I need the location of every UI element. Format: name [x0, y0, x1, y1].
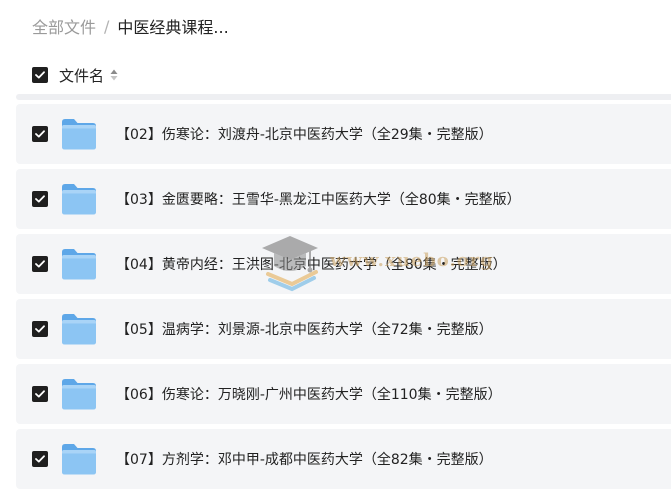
file-browser: 全部文件 / 中医经典课程... 文件名 【02】伤寒论：刘渡舟-北京中医药大学…	[0, 0, 671, 492]
breadcrumb-separator: /	[104, 16, 110, 36]
select-all-checkbox[interactable]	[32, 67, 48, 83]
checkmark-icon	[35, 130, 45, 138]
file-row[interactable]: 【07】方剂学：邓中甲-成都中医药大学（全82集・完整版）	[16, 429, 671, 489]
file-name[interactable]: 【07】方剂学：邓中甲-成都中医药大学（全82集・完整版）	[116, 449, 493, 469]
column-title-filename[interactable]: 文件名	[59, 65, 104, 86]
file-name[interactable]: 【02】伤寒论：刘渡舟-北京中医药大学（全29集・完整版）	[116, 124, 493, 144]
file-row[interactable]: 【06】伤寒论：万晓刚-广州中医药大学（全110集・完整版）	[16, 364, 671, 424]
file-name[interactable]: 【03】金匮要略：王雪华-黑龙江中医药大学（全80集・完整版）	[116, 189, 521, 209]
file-list-header: 文件名	[0, 56, 671, 94]
folder-icon	[62, 184, 96, 215]
row-checkbox[interactable]	[32, 191, 48, 207]
checkmark-icon	[35, 390, 45, 398]
checkmark-icon	[35, 455, 45, 463]
row-checkbox[interactable]	[32, 451, 48, 467]
checkmark-icon	[35, 325, 45, 333]
file-name[interactable]: 【06】伤寒论：万晓刚-广州中医药大学（全110集・完整版）	[116, 384, 502, 404]
folder-icon	[62, 314, 96, 345]
breadcrumb: 全部文件 / 中医经典课程...	[32, 14, 229, 38]
file-name[interactable]: 【05】温病学：刘景源-北京中医药大学（全72集・完整版）	[116, 319, 493, 339]
breadcrumb-current: 中医经典课程...	[117, 18, 229, 37]
breadcrumb-root-link[interactable]: 全部文件	[32, 14, 96, 38]
row-checkbox[interactable]	[32, 386, 48, 402]
file-row[interactable]: 【04】黄帝内经：王洪图-北京中医药大学（全80集・完整版）	[16, 234, 671, 294]
file-list: 【02】伤寒论：刘渡舟-北京中医药大学（全29集・完整版） 【03】金匮要略：王…	[16, 104, 671, 492]
folder-icon	[62, 249, 96, 280]
header-divider	[16, 94, 671, 100]
checkmark-icon	[35, 71, 45, 79]
file-row[interactable]: 【02】伤寒论：刘渡舟-北京中医药大学（全29集・完整版）	[16, 104, 671, 164]
row-checkbox[interactable]	[32, 256, 48, 272]
file-row[interactable]: 【03】金匮要略：王雪华-黑龙江中医药大学（全80集・完整版）	[16, 169, 671, 229]
checkmark-icon	[35, 260, 45, 268]
checkmark-icon	[35, 195, 45, 203]
sort-icon[interactable]	[110, 68, 118, 82]
row-checkbox[interactable]	[32, 321, 48, 337]
folder-icon	[62, 119, 96, 150]
file-row[interactable]: 【05】温病学：刘景源-北京中医药大学（全72集・完整版）	[16, 299, 671, 359]
file-name[interactable]: 【04】黄帝内经：王洪图-北京中医药大学（全80集・完整版）	[116, 254, 507, 274]
row-checkbox[interactable]	[32, 126, 48, 142]
folder-icon	[62, 379, 96, 410]
folder-icon	[62, 444, 96, 475]
